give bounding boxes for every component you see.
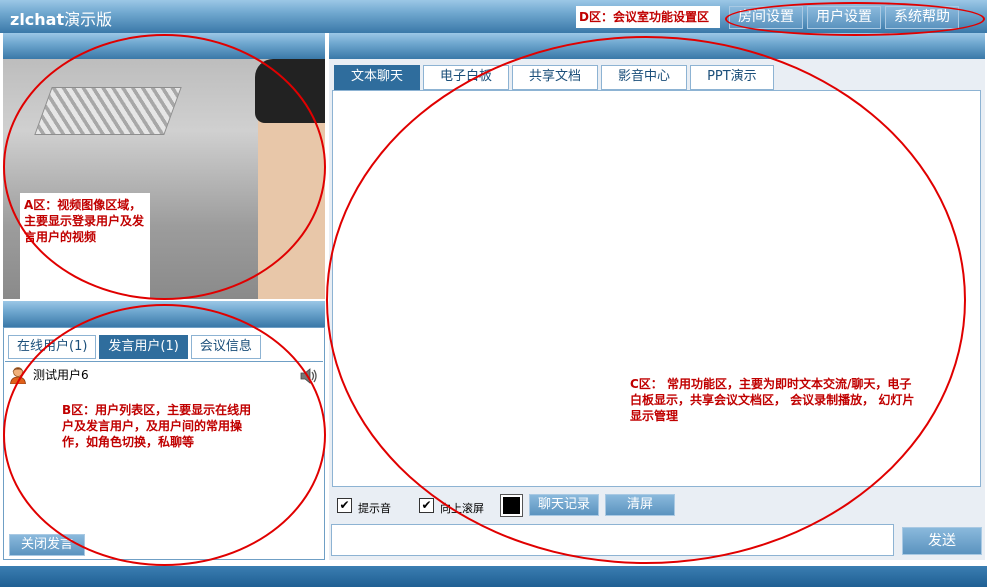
chat-message-area[interactable]	[332, 90, 981, 487]
bottom-status-bar	[0, 566, 987, 587]
tab-media-center[interactable]: 影音中心	[601, 65, 688, 90]
room-settings-button[interactable]: 房间设置	[729, 6, 803, 29]
video-panel-header	[3, 33, 325, 59]
user-name: 测试用户6	[33, 368, 89, 382]
tab-meeting-info[interactable]: 会议信息	[190, 335, 261, 359]
main-panel-header	[329, 33, 985, 59]
app-title: zlchat演示版	[10, 10, 113, 29]
top-button-group: 房间设置 用户设置 系统帮助	[729, 6, 959, 29]
tab-ppt[interactable]: PPT演示	[690, 65, 774, 90]
chat-toolbar: ✔ 提示音 ✔ 向上滚屏 聊天记录 清屏	[333, 493, 893, 519]
title-bar: zlchat演示版 房间设置 用户设置 系统帮助 D区：会议室功能设置区	[0, 0, 987, 33]
users-panel-header	[3, 301, 325, 327]
user-hair-image	[255, 59, 325, 123]
tab-shared-docs[interactable]: 共享文档	[512, 65, 599, 90]
text-color-picker[interactable]	[500, 494, 523, 517]
user-tabs: 在线用户(1) 发言用户(1) 会议信息	[8, 335, 261, 359]
message-input[interactable]	[331, 524, 894, 556]
annotation-b-label: B区：用户列表区，主要显示在线用户及发言用户，及用户间的常用操作，如角色切换，私…	[62, 403, 252, 449]
annotation-a-label: A区：视频图像区域，主要显示登录用户及发言用户的视频	[20, 193, 150, 299]
speaker-icon[interactable]	[300, 368, 318, 384]
annotation-d-label: D区：会议室功能设置区	[576, 6, 720, 28]
user-avatar-icon	[10, 367, 26, 384]
system-help-button[interactable]: 系统帮助	[885, 6, 959, 29]
sound-checkbox[interactable]: ✔	[337, 498, 352, 513]
tab-text-chat[interactable]: 文本聊天	[334, 65, 421, 90]
video-area: A区：视频图像区域，主要显示登录用户及发言用户的视频	[3, 59, 325, 299]
tab-online-users[interactable]: 在线用户(1)	[8, 335, 97, 359]
tab-whiteboard[interactable]: 电子白板	[423, 65, 510, 90]
close-speak-button[interactable]: 关闭发言	[9, 534, 85, 556]
send-button[interactable]: 发送	[902, 527, 982, 555]
ceiling-light-image	[34, 87, 182, 135]
scroll-up-checkbox[interactable]: ✔	[419, 498, 434, 513]
list-item[interactable]: 测试用户6	[8, 364, 320, 386]
scroll-up-label: 向上滚屏	[440, 502, 484, 515]
sound-label: 提示音	[358, 502, 391, 515]
tab-speaking-users[interactable]: 发言用户(1)	[99, 335, 188, 359]
annotation-c-label: C区： 常用功能区，主要为即时文本交流/聊天，电子白板显示，共享会议文档区， 会…	[630, 377, 915, 423]
clear-screen-button[interactable]: 清屏	[605, 494, 675, 516]
main-tabs: 文本聊天 电子白板 共享文档 影音中心 PPT演示	[334, 65, 774, 90]
user-settings-button[interactable]: 用户设置	[807, 6, 881, 29]
chat-history-button[interactable]: 聊天记录	[529, 494, 599, 516]
